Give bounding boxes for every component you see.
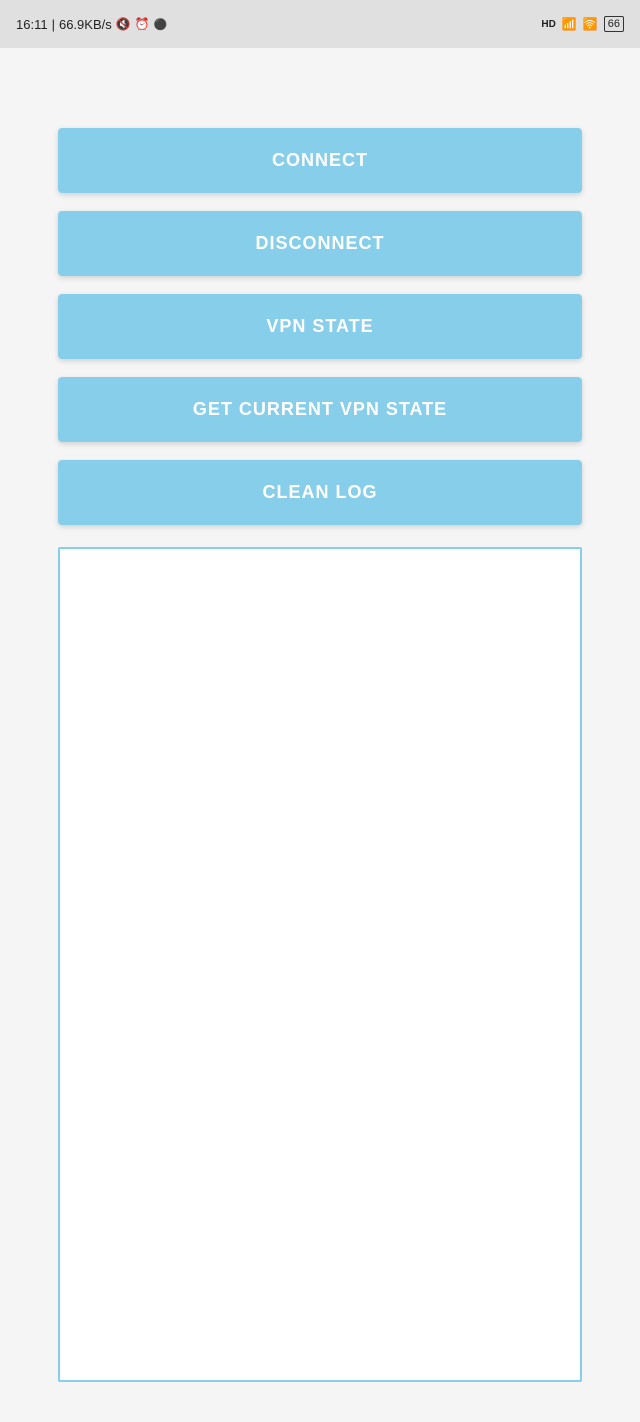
- connect-button[interactable]: CONNECT: [58, 128, 582, 193]
- main-content: CONNECT DISCONNECT VPN STATE GET CURRENT…: [0, 48, 640, 1422]
- vpn-state-button[interactable]: VPN STATE: [58, 294, 582, 359]
- hd-label: HD: [541, 19, 555, 30]
- record-icon: ⚫: [154, 18, 168, 31]
- status-left: 16:11 | 66.9KB/s 🔇 ⏰ ⚫: [16, 17, 167, 32]
- battery-icon: 66: [604, 16, 624, 32]
- mute-icon: 🔇: [116, 17, 131, 31]
- status-speed: 66.9KB/s: [59, 17, 112, 32]
- status-separator: |: [52, 17, 55, 32]
- alarm-icon: ⏰: [135, 17, 150, 31]
- status-right: HD 📶 🛜 66: [541, 16, 624, 32]
- status-bar: 16:11 | 66.9KB/s 🔇 ⏰ ⚫ HD 📶 🛜 66: [0, 0, 640, 48]
- clean-log-button[interactable]: CLEAN LOG: [58, 460, 582, 525]
- disconnect-button[interactable]: DISCONNECT: [58, 211, 582, 276]
- log-area: [58, 547, 582, 1382]
- get-current-vpn-state-button[interactable]: GET CURRENT VPN STATE: [58, 377, 582, 442]
- wifi-icon: 🛜: [583, 17, 598, 31]
- signal-icon: 📶: [562, 17, 577, 31]
- status-time: 16:11: [16, 17, 48, 32]
